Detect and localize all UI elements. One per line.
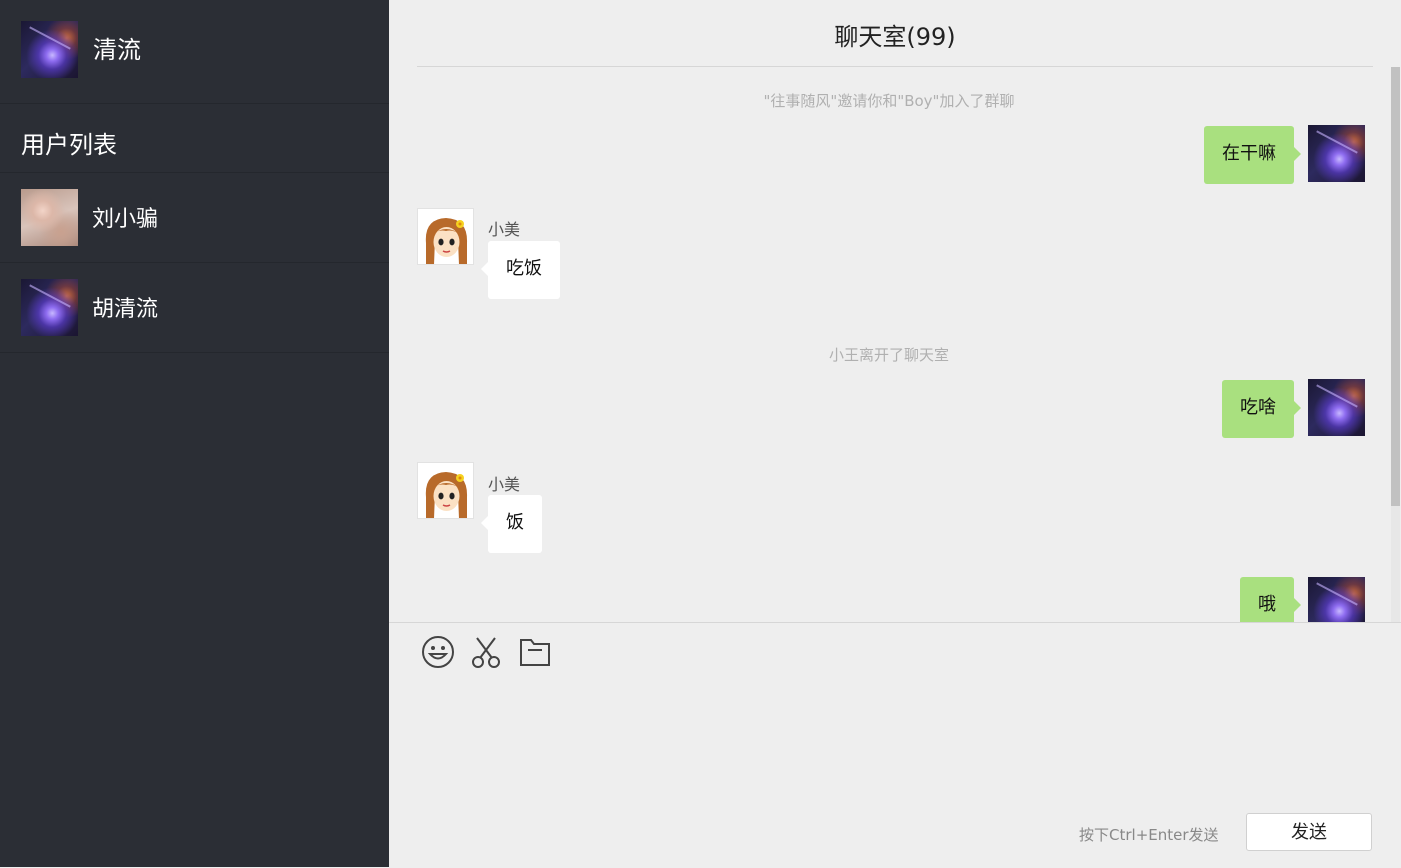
send-hint: 按下Ctrl+Enter发送 [1079, 826, 1219, 844]
other-message-bubble[interactable]: 吃饭 [481, 241, 560, 299]
sender-name: 小美 [488, 220, 521, 239]
user-avatar [21, 279, 78, 336]
sidebar: 清流 用户列表 刘小骗 胡清流 [0, 0, 389, 867]
current-user-avatar [21, 21, 78, 78]
self-message-bubble[interactable]: 哦 [1240, 577, 1301, 622]
scissors-icon[interactable] [469, 635, 503, 669]
message-composer[interactable]: 按下Ctrl+Enter发送 发送 [389, 622, 1401, 868]
folder-icon[interactable] [518, 635, 552, 669]
self-avatar [1308, 379, 1365, 436]
self-avatar [1308, 577, 1365, 622]
xiaomei-avatar [417, 208, 474, 265]
user-avatar [21, 189, 78, 246]
xiaomei-avatar [417, 462, 474, 519]
smiley-icon[interactable] [421, 635, 455, 669]
chat-title: 聊天室(99) [834, 23, 956, 51]
user-list-item[interactable]: 胡清流 [0, 263, 389, 353]
self-avatar [1308, 125, 1365, 182]
user-list-title: 用户列表 [0, 104, 389, 173]
self-message-bubble[interactable]: 吃啥 [1222, 380, 1301, 438]
user-name: 胡清流 [92, 297, 159, 322]
user-name: 刘小骗 [92, 207, 159, 232]
send-button[interactable]: 发送 [1246, 813, 1372, 851]
user-list-item[interactable]: 刘小骗 [0, 173, 389, 263]
scrollbar-thumb[interactable] [1391, 67, 1400, 506]
chat-header: 聊天室(99) [417, 0, 1373, 67]
sender-name: 小美 [488, 475, 521, 494]
current-user[interactable]: 清流 [0, 0, 389, 104]
system-message: 小王离开了聊天室 [828, 346, 949, 364]
current-user-name: 清流 [93, 36, 141, 64]
user-list-heading: 用户列表 [21, 131, 117, 159]
chat-panel: 聊天室(99) "往事随风"邀请你和"Boy"加入了群聊 在干嘛 小美 吃饭 小… [389, 0, 1401, 868]
self-message-bubble[interactable]: 在干嘛 [1204, 126, 1301, 184]
system-message: "往事随风"邀请你和"Boy"加入了群聊 [763, 92, 1015, 110]
message-list[interactable]: "往事随风"邀请你和"Boy"加入了群聊 在干嘛 小美 吃饭 小王离开了聊天室 … [389, 67, 1401, 622]
other-message-bubble[interactable]: 饭 [481, 495, 542, 553]
